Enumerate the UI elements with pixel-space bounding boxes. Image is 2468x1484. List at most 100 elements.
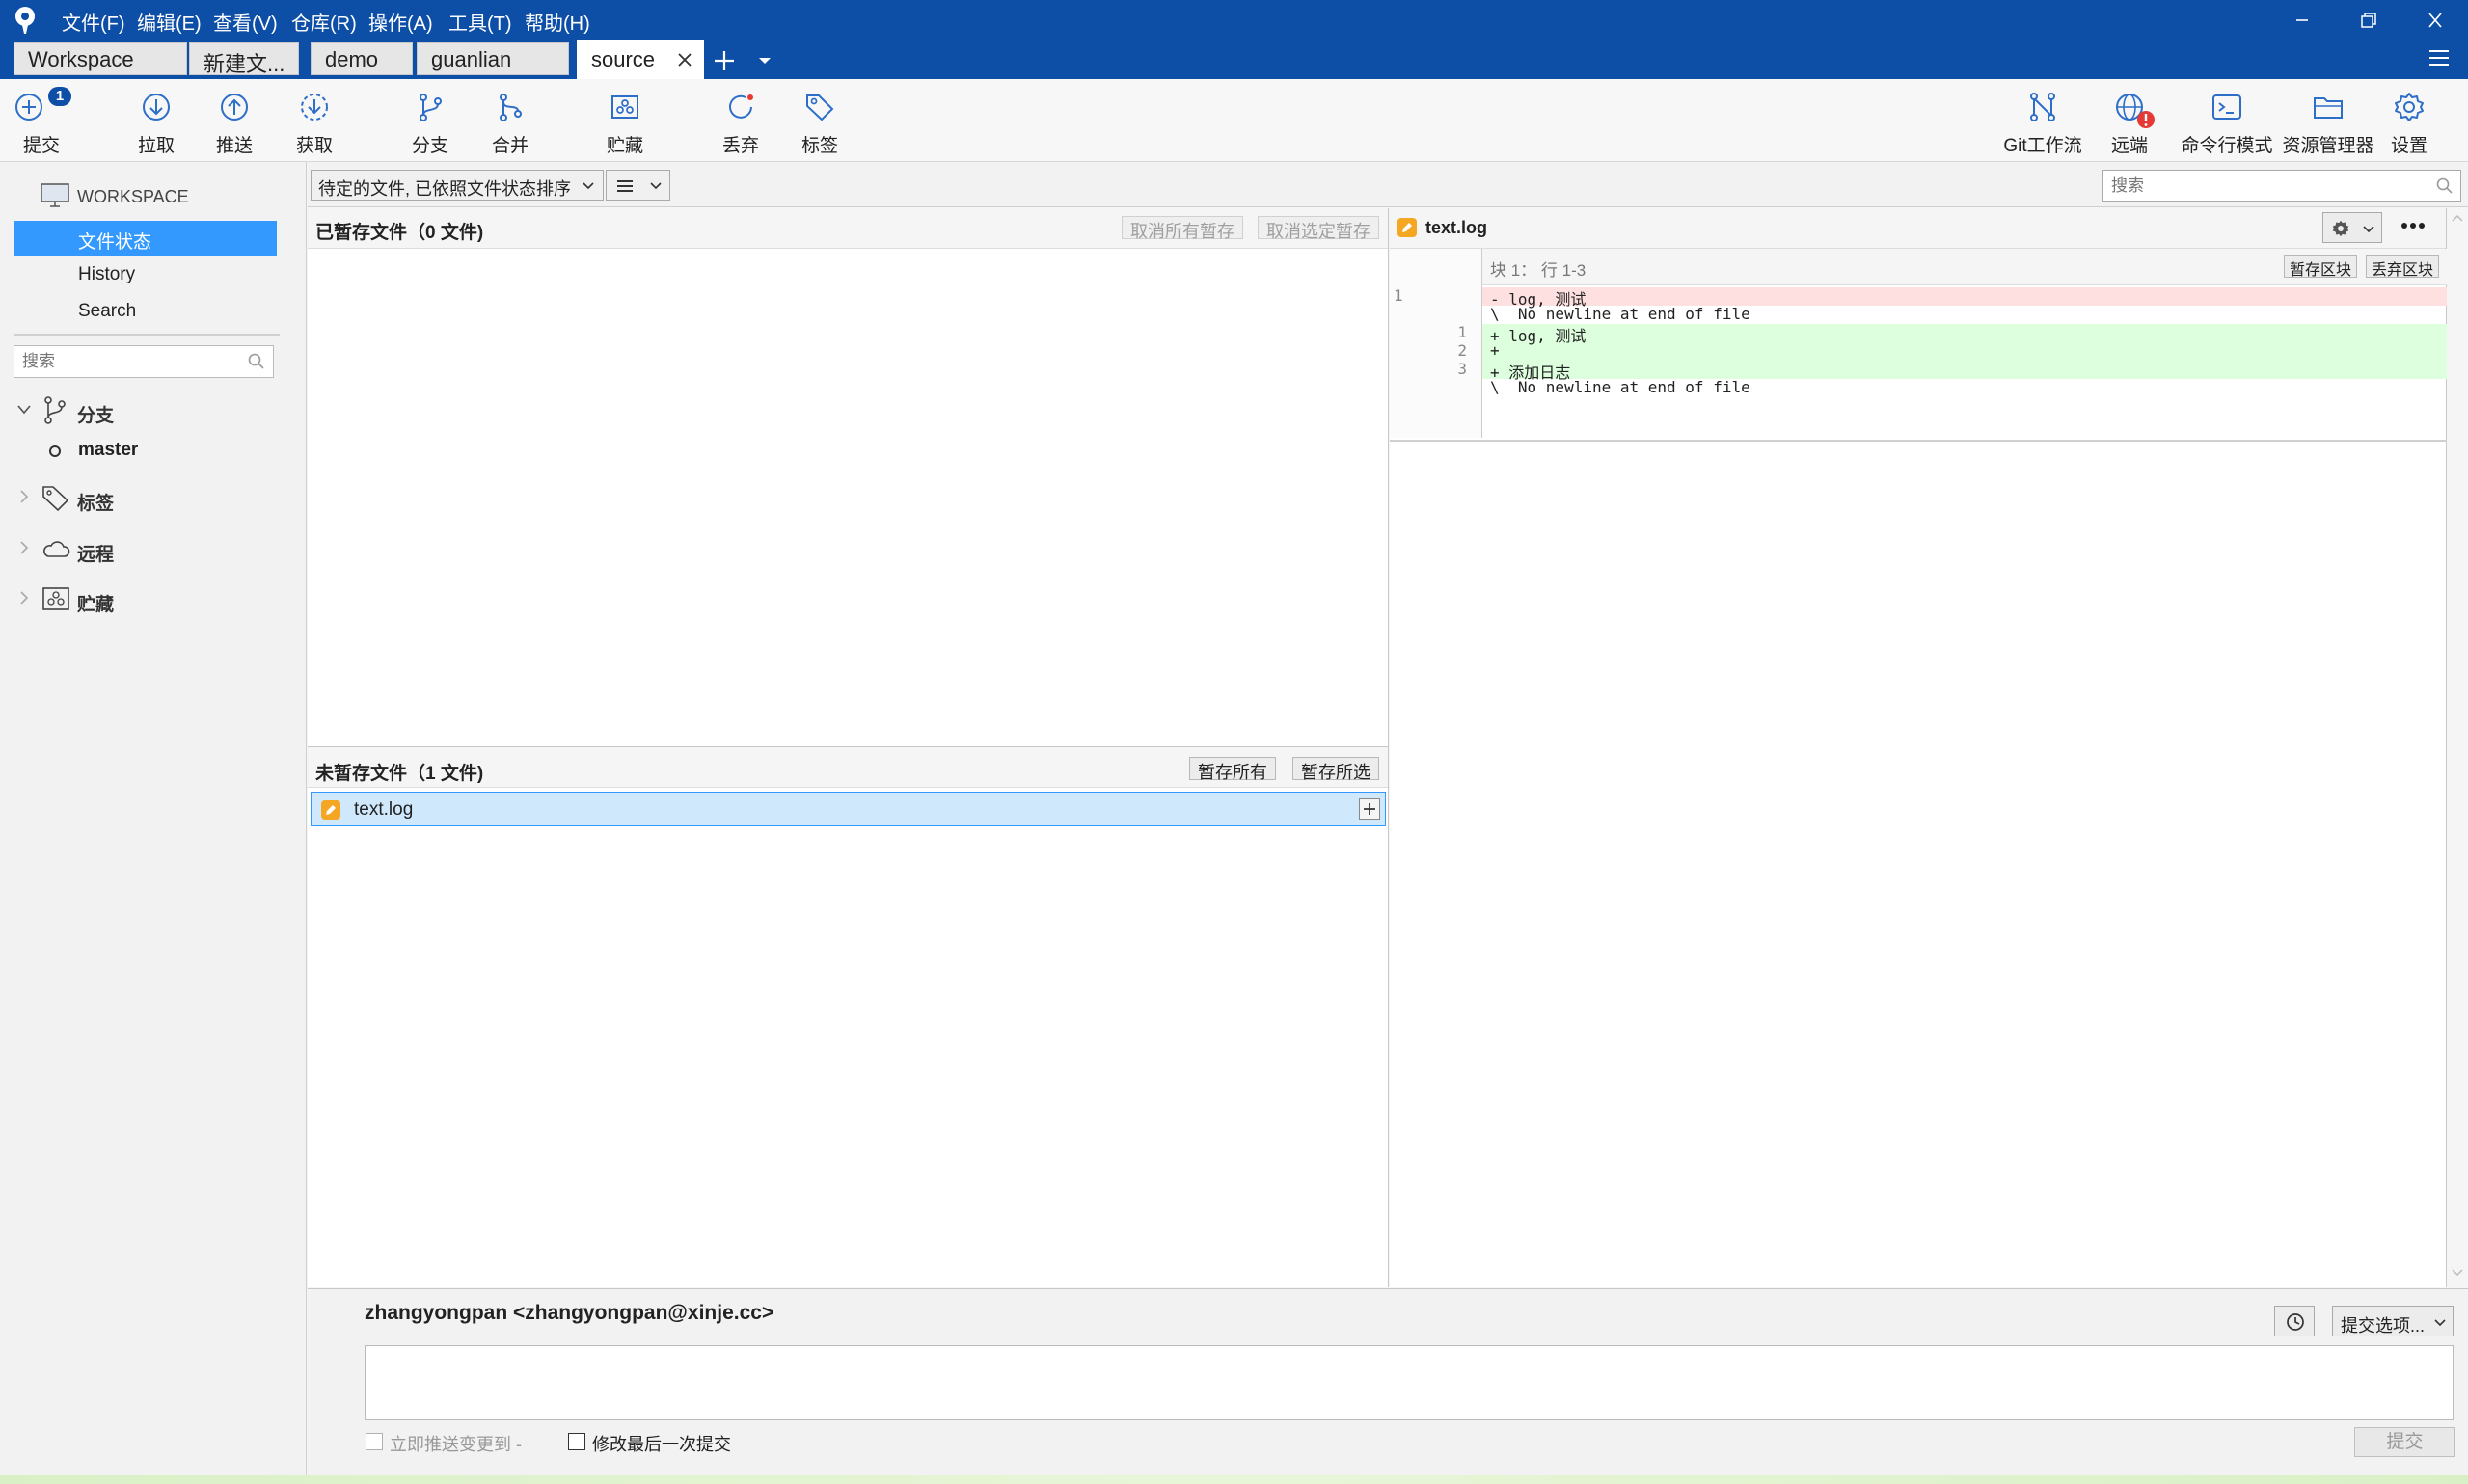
branch-button[interactable]: 分支 xyxy=(387,91,474,158)
merge-button[interactable]: 合并 xyxy=(467,91,554,158)
workspace-header: WORKSPACE xyxy=(77,187,189,206)
new-line-number: 1 xyxy=(1457,323,1467,341)
remote-button[interactable]: 远端 xyxy=(2086,91,2173,158)
settings-label: 设置 xyxy=(2390,136,2427,156)
restore-button[interactable] xyxy=(2349,6,2388,35)
sidebar-item-label: 文件状态 xyxy=(78,232,152,253)
sidebar-search-input[interactable] xyxy=(14,345,274,378)
list-view-icon xyxy=(616,178,634,194)
submit-commit-button[interactable]: 提交 xyxy=(2354,1427,2455,1457)
commit-history-button[interactable] xyxy=(2274,1306,2315,1336)
sidebar-item-history[interactable]: History xyxy=(14,257,277,292)
push-button[interactable]: 推送 xyxy=(191,91,278,158)
discard-button[interactable]: 丢弃 xyxy=(697,91,784,158)
tab-demo[interactable]: demo xyxy=(311,42,413,75)
pull-icon xyxy=(140,91,173,123)
sidebar-item-search[interactable]: Search xyxy=(14,294,277,329)
chevron-down-icon xyxy=(649,181,663,191)
terminal-button[interactable]: 命令行模式 xyxy=(2174,91,2280,158)
git-flow-label: Git工作流 xyxy=(2003,136,2082,156)
tags-header[interactable]: 标签 xyxy=(77,489,114,515)
branches-icon xyxy=(42,395,68,424)
commit-button[interactable]: 1 提交 xyxy=(0,87,87,158)
discard-hunk-button[interactable]: 丢弃区块 xyxy=(2366,255,2440,279)
stashes-chevron-right-icon[interactable] xyxy=(19,591,29,605)
diff-filename: text.log xyxy=(1425,218,1488,237)
unstage-selected-button[interactable]: 取消选定暂存 xyxy=(1258,216,1379,241)
old-line-number: 1 xyxy=(1394,286,1403,305)
commit-options-dropdown[interactable]: 提交选项... xyxy=(2332,1306,2454,1336)
tab-new[interactable]: 新建文... xyxy=(189,42,299,75)
branches-header[interactable]: 分支 xyxy=(77,401,114,427)
view-mode-dropdown[interactable] xyxy=(606,170,670,201)
new-tab-button[interactable] xyxy=(712,48,737,73)
diff-line-text: + log, 测试 xyxy=(1490,327,1587,345)
more-options-icon[interactable] xyxy=(2400,222,2426,229)
menu-repository[interactable]: 仓库(R) xyxy=(291,8,357,36)
hunk-header: 块 1： 行 1-3 xyxy=(1490,261,1587,280)
sort-dropdown[interactable]: 待定的文件, 已依照文件状态排序 xyxy=(311,170,604,201)
menu-help[interactable]: 帮助(H) xyxy=(525,8,590,36)
stashes-header[interactable]: 贮藏 xyxy=(77,590,114,616)
commit-options-label: 提交选项... xyxy=(2341,1316,2426,1336)
amend-checkbox[interactable] xyxy=(568,1433,585,1450)
branch-icon xyxy=(414,91,447,123)
tab-list-dropdown-icon[interactable] xyxy=(758,56,772,66)
pull-label: 拉取 xyxy=(137,136,175,156)
list-item[interactable]: text.log xyxy=(311,792,1386,826)
file-search-input[interactable] xyxy=(2102,170,2461,202)
sidebar-item-file-status[interactable]: 文件状态 xyxy=(14,221,277,256)
amend-label: 修改最后一次提交 xyxy=(592,1435,731,1454)
tag-button[interactable]: 标签 xyxy=(776,91,863,158)
stage-file-plus-icon[interactable] xyxy=(1359,798,1380,820)
diff-line-text: \ No newline at end of file xyxy=(1490,378,1750,396)
hamburger-menu-icon[interactable] xyxy=(2428,48,2450,67)
file-name: text.log xyxy=(354,799,414,820)
menu-view[interactable]: 查看(V) xyxy=(213,8,278,36)
close-tab-icon[interactable] xyxy=(676,51,693,68)
sidebar-divider xyxy=(14,334,280,336)
diff-scrollbar[interactable] xyxy=(2447,208,2468,1287)
stage-hunk-button[interactable]: 暂存区块 xyxy=(2284,255,2358,279)
menu-edit[interactable]: 编辑(E) xyxy=(137,8,202,36)
remotes-chevron-right-icon[interactable] xyxy=(19,541,29,554)
tab-workspace[interactable]: Workspace xyxy=(14,42,187,75)
title-bar: 文件(F) 编辑(E) 查看(V) 仓库(R) 操作(A) 工具(T) 帮助(H… xyxy=(0,0,2468,79)
unstage-all-button[interactable]: 取消所有暂存 xyxy=(1122,216,1243,241)
menu-file[interactable]: 文件(F) xyxy=(62,8,125,36)
fetch-icon xyxy=(298,91,331,123)
fetch-button[interactable]: 获取 xyxy=(271,91,358,158)
diff-gutter xyxy=(1390,249,1482,438)
diff-line-text: + xyxy=(1490,341,1500,360)
unstaged-title: 未暂存文件（1 文件) xyxy=(315,764,484,784)
minimize-button[interactable] xyxy=(2283,6,2321,35)
scroll-down-icon[interactable] xyxy=(2452,1269,2463,1277)
commit-message-input[interactable] xyxy=(365,1345,2454,1420)
push-immediately-checkbox[interactable] xyxy=(366,1433,383,1450)
discard-icon xyxy=(724,91,757,123)
stage-selected-button[interactable]: 暂存所选 xyxy=(1292,757,1379,782)
menu-tools[interactable]: 工具(T) xyxy=(448,8,512,36)
stash-button[interactable]: 贮藏 xyxy=(582,91,668,158)
fetch-label: 获取 xyxy=(295,136,333,156)
branches-chevron-down-icon[interactable] xyxy=(17,404,31,416)
tags-chevron-right-icon[interactable] xyxy=(19,490,29,503)
commit-badge: 1 xyxy=(48,87,71,106)
remotes-header[interactable]: 远程 xyxy=(77,540,114,566)
current-branch-icon xyxy=(48,445,62,458)
remote-warning-icon xyxy=(2136,110,2156,129)
diff-settings-dropdown[interactable] xyxy=(2322,212,2382,243)
settings-button[interactable]: 设置 xyxy=(2366,91,2453,158)
tab-guanlian[interactable]: guanlian xyxy=(417,42,569,75)
scroll-up-icon[interactable] xyxy=(2452,214,2463,222)
pull-button[interactable]: 拉取 xyxy=(113,91,200,158)
branch-master[interactable]: master xyxy=(78,440,138,461)
sort-dropdown-label: 待定的文件, 已依照文件状态排序 xyxy=(318,179,572,199)
tab-source[interactable]: source xyxy=(577,40,704,79)
push-icon xyxy=(218,91,251,123)
commit-author: zhangyongpan <zhangyongpan@xinje.cc> xyxy=(365,1302,774,1324)
stage-all-button[interactable]: 暂存所有 xyxy=(1189,757,1276,782)
close-window-button[interactable] xyxy=(2416,6,2454,35)
menu-actions[interactable]: 操作(A) xyxy=(368,8,433,36)
git-flow-button[interactable]: Git工作流 xyxy=(1996,91,2089,158)
